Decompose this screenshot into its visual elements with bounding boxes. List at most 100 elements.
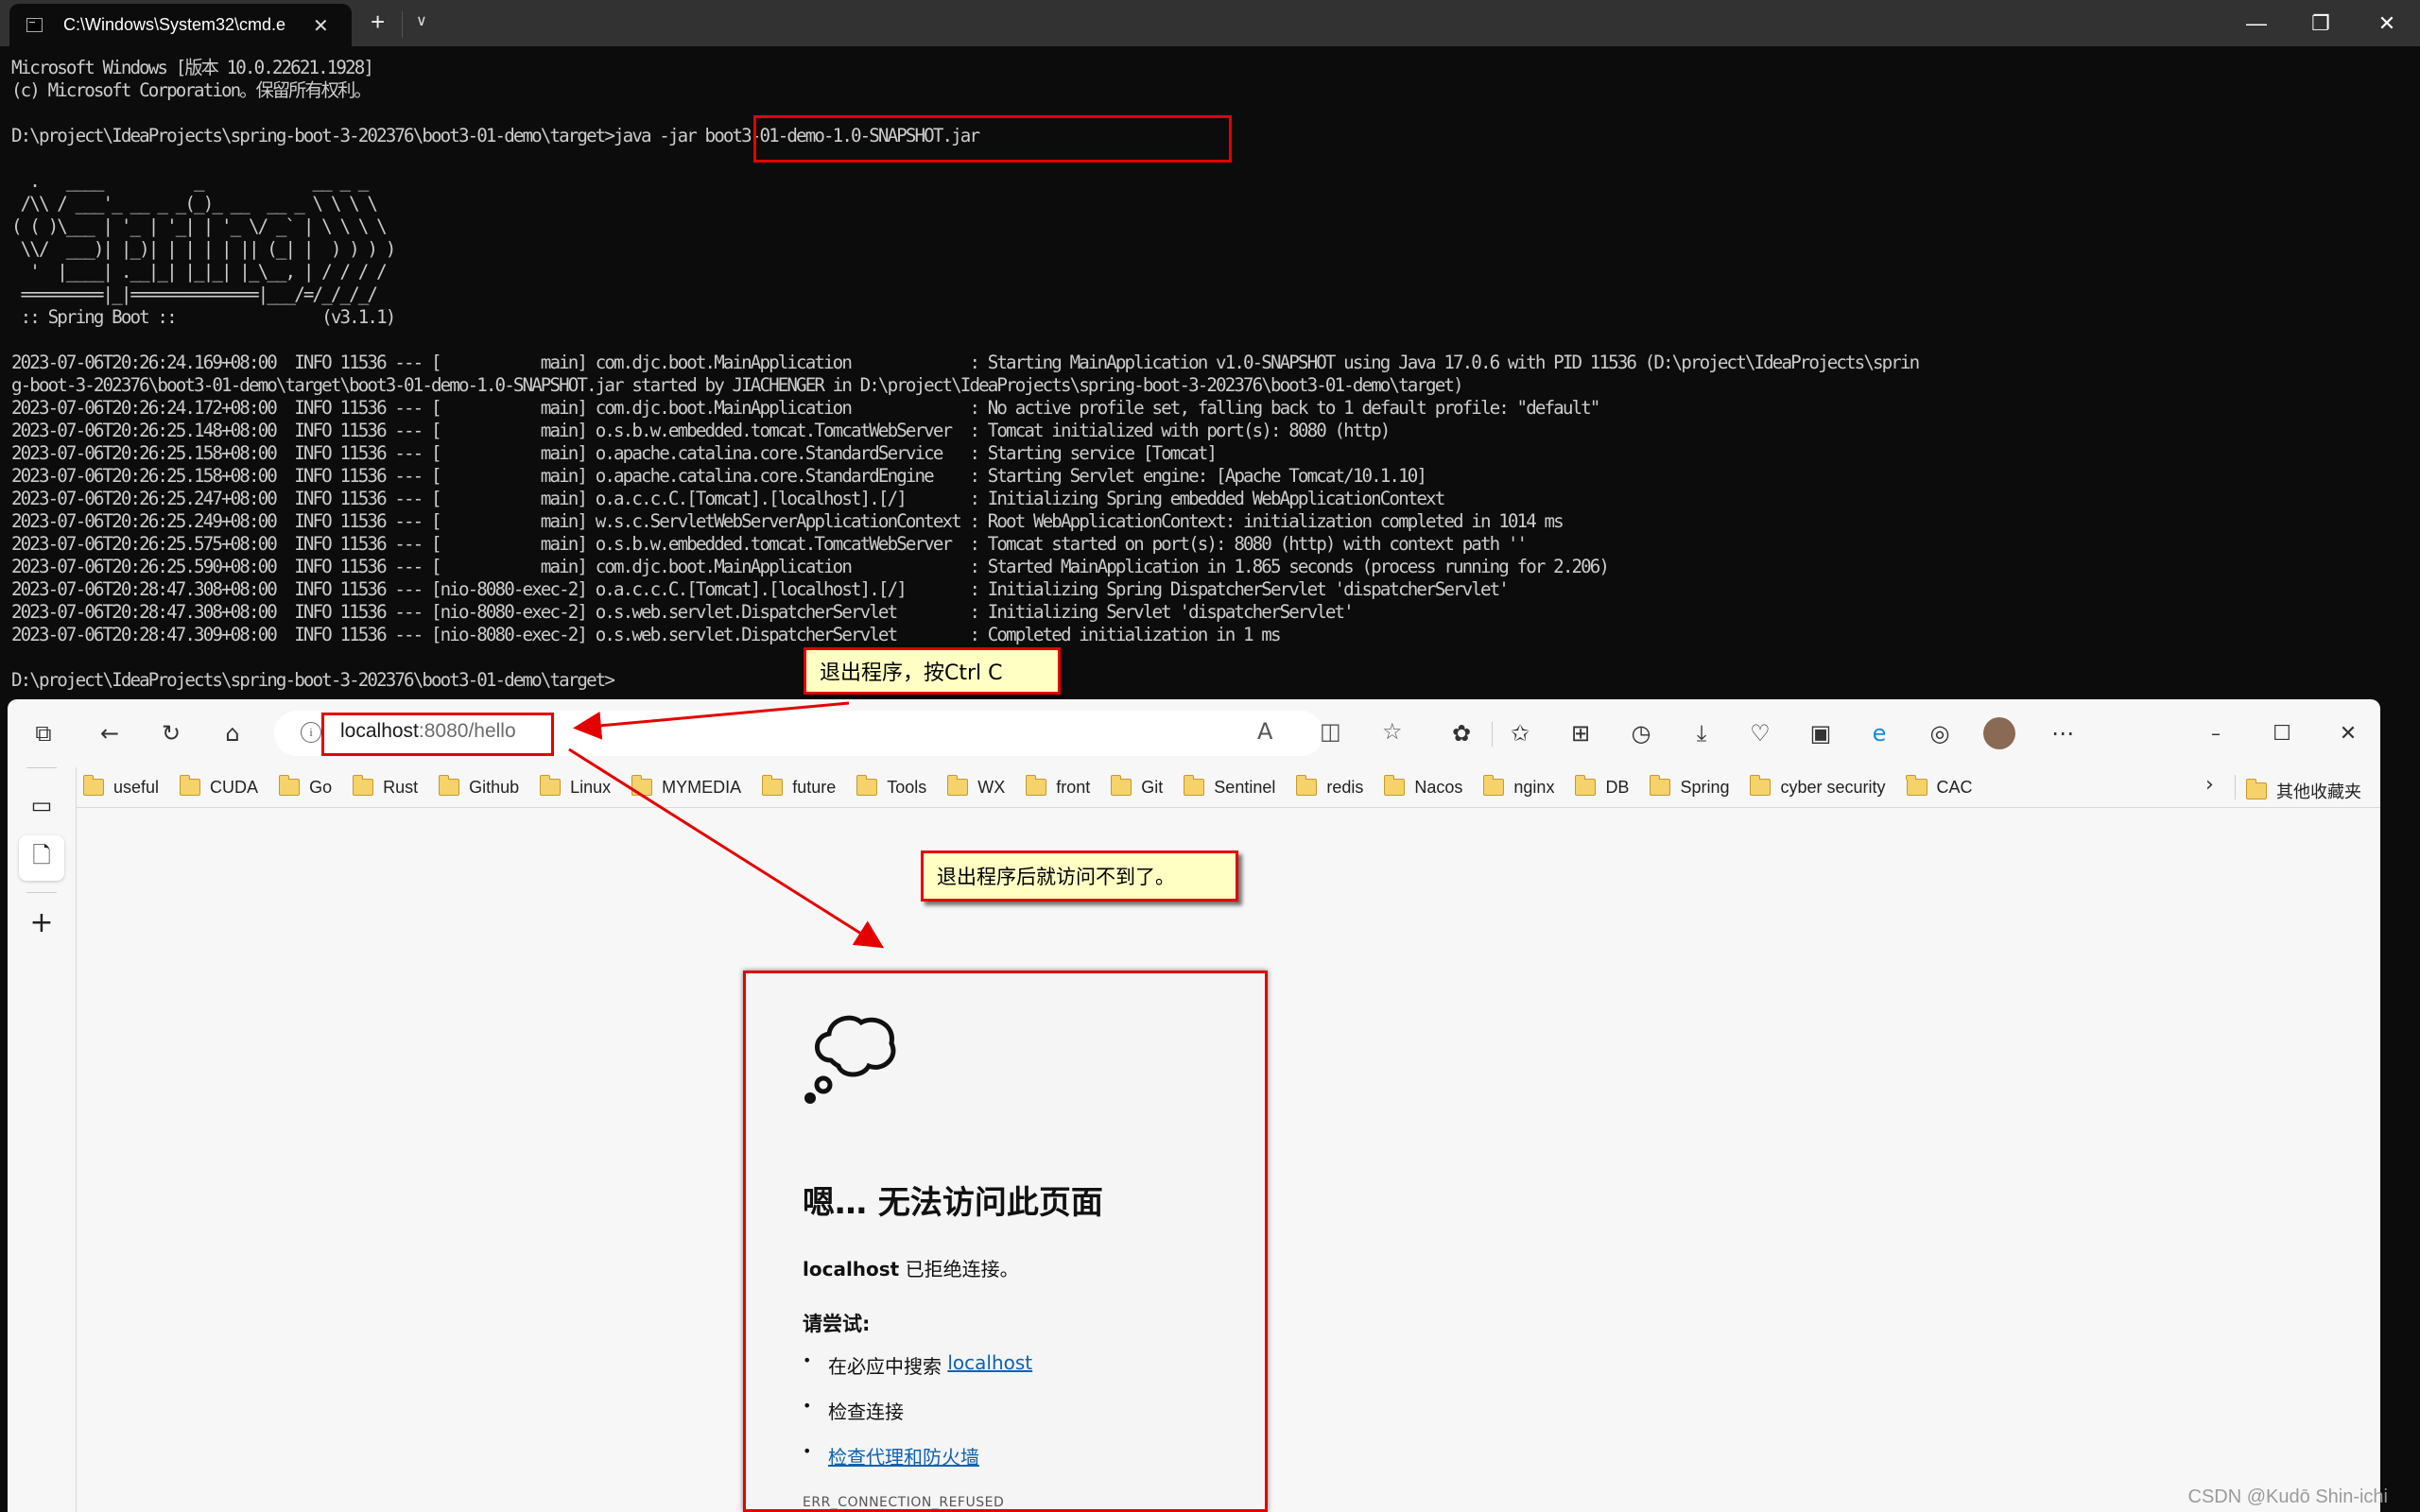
bookmark-folder[interactable]: redis bbox=[1295, 775, 1363, 798]
bookmarks-overflow-button[interactable]: › bbox=[2205, 773, 2214, 797]
profile-avatar[interactable] bbox=[1983, 717, 2015, 749]
suggestion-link[interactable]: 检查代理和防火墙 bbox=[828, 1442, 979, 1469]
math-solver-icon[interactable]: ▣ bbox=[1804, 716, 1838, 750]
terminal-line: 2023-07-06T20:26:25.249+08:00 INFO 11536… bbox=[11, 510, 1564, 532]
bookmark-folder[interactable]: front bbox=[1025, 775, 1090, 798]
browser-minimize-button[interactable]: – bbox=[2199, 716, 2233, 750]
browser-maximize-button[interactable]: ☐ bbox=[2265, 716, 2299, 750]
downloads-icon[interactable]: ⤓ bbox=[1685, 716, 1719, 750]
suggestion-text: 在必应中搜索 bbox=[828, 1355, 948, 1378]
bookmark-folder[interactable]: MYMEDIA bbox=[631, 775, 742, 798]
thought-cloud-icon bbox=[804, 1015, 896, 1104]
bookmark-folder[interactable]: Github bbox=[438, 775, 519, 798]
folder-icon bbox=[1183, 775, 1205, 796]
favorite-star-icon[interactable]: ☆ bbox=[1382, 718, 1403, 745]
folder-icon bbox=[1295, 775, 1318, 796]
bookmark-folder[interactable]: Git bbox=[1110, 775, 1164, 798]
bookmark-label: nginx bbox=[1513, 777, 1555, 797]
bookmark-folder[interactable]: CUDA bbox=[179, 775, 258, 798]
terminal-line: \\/ ___)| |_)| | | | | || (_| | ) ) ) ) bbox=[11, 238, 397, 260]
new-tab-button[interactable]: + bbox=[371, 8, 385, 37]
suggestion-item: • 检查连接 bbox=[803, 1397, 1032, 1442]
bookmark-folder[interactable]: useful bbox=[82, 775, 159, 798]
bookmark-folder[interactable]: Sentinel bbox=[1183, 775, 1276, 798]
suggestion-text: 检查连接 bbox=[828, 1400, 904, 1423]
bookmark-label: CAC bbox=[1936, 777, 1973, 797]
folder-icon bbox=[761, 775, 784, 796]
bookmark-label: Go bbox=[309, 777, 333, 797]
tab-actions-icon[interactable]: ⧉ bbox=[26, 716, 60, 750]
bookmark-folder[interactable]: cyber security bbox=[1749, 775, 1886, 798]
home-icon[interactable]: ⌂ bbox=[216, 716, 250, 750]
browser-close-button[interactable]: ✕ bbox=[2331, 716, 2365, 750]
terminal-line: D:\project\IdeaProjects\spring-boot-3-20… bbox=[11, 669, 615, 691]
bookmarks-separator bbox=[2235, 775, 2236, 799]
sidebar-border bbox=[76, 767, 77, 1512]
terminal-close-button[interactable]: ✕ bbox=[2354, 0, 2420, 46]
terminal-line: 2023-07-06T20:26:25.247+08:00 INFO 11536… bbox=[11, 488, 1445, 509]
history-icon[interactable]: ◷ bbox=[1624, 716, 1658, 750]
bookmarks-bar: useful CUDA Go Rust Github Linux MYMEDIA future… bbox=[82, 767, 2380, 807]
bookmark-folder[interactable]: nginx bbox=[1482, 775, 1555, 798]
bookmark-folder[interactable]: DB bbox=[1574, 775, 1629, 798]
command-highlight-box bbox=[753, 115, 1232, 163]
error-page-box: 嗯… 无法访问此页面 localhost 已拒绝连接。 请尝试: • 在必应中搜索… bbox=[743, 971, 1268, 1512]
site-info-icon[interactable]: i bbox=[301, 722, 321, 743]
terminal-minimize-button[interactable]: — bbox=[2223, 0, 2290, 46]
terminal-line: 2023-07-06T20:26:25.148+08:00 INFO 11536… bbox=[11, 420, 1391, 441]
bookmark-folder[interactable]: future bbox=[761, 775, 836, 798]
refresh-icon[interactable]: ↻ bbox=[154, 716, 188, 750]
bookmark-label: Linux bbox=[570, 777, 612, 797]
bookmark-folder[interactable]: Rust bbox=[352, 775, 418, 798]
bookmark-folder[interactable]: Linux bbox=[539, 775, 612, 798]
bookmark-folder[interactable]: CAC bbox=[1906, 775, 1973, 798]
bookmark-folder[interactable]: Spring bbox=[1649, 775, 1730, 798]
terminal-tab-title: C:\Windows\System32\cmd.e bbox=[63, 15, 286, 34]
bookmark-folder[interactable]: Go bbox=[278, 775, 333, 798]
bookmark-label: WX bbox=[977, 777, 1006, 797]
bookmark-folder[interactable]: WX bbox=[946, 775, 1006, 798]
sidebar-tab-icon[interactable]: ▭ bbox=[19, 782, 64, 828]
favorites-icon[interactable]: ✩ bbox=[1503, 716, 1537, 750]
bookmark-label: MYMEDIA bbox=[662, 777, 742, 797]
close-tab-icon[interactable]: ✕ bbox=[313, 14, 329, 37]
terminal-line: 2023-07-06T20:26:24.169+08:00 INFO 11536… bbox=[11, 352, 1920, 373]
terminal-line: g-boot-3-202376\boot3-01-demo\target\boo… bbox=[11, 374, 1464, 396]
bookmark-folder[interactable]: Nacos bbox=[1383, 775, 1463, 798]
folder-icon bbox=[631, 775, 653, 796]
extensions-icon[interactable]: ✿ bbox=[1444, 716, 1478, 750]
more-icon[interactable]: ⋯ bbox=[2046, 716, 2080, 750]
chevron-down-icon[interactable]: ∨ bbox=[416, 11, 427, 29]
split-screen-icon[interactable]: ◫ bbox=[1320, 718, 1341, 745]
read-aloud-icon[interactable]: A bbox=[1257, 718, 1272, 745]
ie-mode-icon[interactable]: e bbox=[1862, 716, 1896, 750]
terminal-tab[interactable]: C:\Windows\System32\cmd.e ✕ bbox=[9, 4, 352, 46]
other-favorites-folder[interactable]: 其他收藏夹 bbox=[2245, 779, 2361, 803]
refused-text: 已拒绝连接。 bbox=[899, 1258, 1019, 1280]
bookmark-label: Spring bbox=[1680, 777, 1730, 797]
bookmark-label: Nacos bbox=[1414, 777, 1463, 797]
bookmark-label: Git bbox=[1141, 777, 1164, 797]
terminal-line: 2023-07-06T20:26:25.158+08:00 INFO 11536… bbox=[11, 442, 1218, 464]
back-icon[interactable]: ← bbox=[93, 716, 127, 750]
ctrl-c-callout: 退出程序，按Ctrl C bbox=[804, 647, 1061, 695]
folder-icon bbox=[1906, 775, 1927, 796]
folder-icon bbox=[278, 775, 301, 796]
bookmark-folder[interactable]: Tools bbox=[856, 775, 926, 798]
screenshot-icon[interactable]: ◎ bbox=[1923, 716, 1957, 750]
suggestion-link[interactable]: localhost bbox=[947, 1351, 1032, 1374]
browser-essentials-icon[interactable]: ♡ bbox=[1743, 716, 1777, 750]
terminal-line: ' |____| .__|_| |_|_| |_\__, | / / / / bbox=[11, 261, 387, 283]
terminal-line: ( ( )\___ | '_ | '_| | '_ \/ _` | \ \ \ … bbox=[11, 215, 388, 237]
new-tab-plus-icon[interactable]: + bbox=[19, 900, 64, 945]
folder-icon bbox=[1383, 775, 1406, 796]
sidebar-error-page-tab[interactable]: 🗋 bbox=[19, 835, 64, 881]
folder-icon bbox=[1110, 775, 1132, 796]
bookmark-label: cyber security bbox=[1780, 777, 1886, 797]
bookmark-label: Sentinel bbox=[1214, 777, 1276, 797]
collections-icon[interactable]: ⊞ bbox=[1564, 716, 1598, 750]
terminal-maximize-button[interactable]: ❐ bbox=[2288, 0, 2354, 46]
folder-icon bbox=[352, 775, 374, 796]
bullet: • bbox=[803, 1397, 812, 1415]
